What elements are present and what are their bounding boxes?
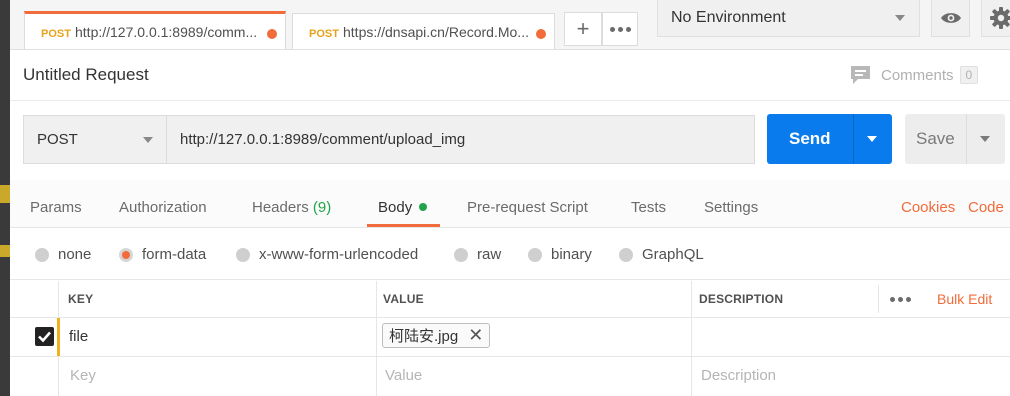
- radio-label: form-data: [142, 246, 207, 263]
- tab-method: POST: [41, 28, 71, 40]
- radio-raw[interactable]: raw: [454, 246, 501, 263]
- radio-form-data[interactable]: form-data: [119, 246, 206, 263]
- gear-icon: [990, 7, 1010, 29]
- radio-label: x-www-form-urlencoded: [259, 246, 419, 263]
- tab-authorization[interactable]: Authorization: [119, 199, 207, 216]
- file-name: 柯陆安.jpg: [389, 328, 459, 345]
- radio-icon: [35, 247, 49, 262]
- headers-count: (9): [312, 199, 332, 216]
- radio-label: none: [58, 246, 92, 263]
- tab-label: Authorization: [119, 199, 207, 216]
- radio-binary[interactable]: binary: [528, 246, 592, 263]
- key-cell[interactable]: file: [69, 328, 88, 345]
- request-tab-1[interactable]: POST http://127.0.0.1:8989/comm...: [24, 11, 286, 49]
- active-tab-underline: [367, 224, 440, 227]
- request-tab-2[interactable]: POST https://dnsapi.cn/Record.Mo...: [292, 13, 555, 49]
- close-icon[interactable]: ✕: [468, 325, 483, 346]
- radio-none[interactable]: none: [35, 246, 91, 263]
- active-dot-icon: [419, 203, 428, 212]
- column-header-value: VALUE: [383, 292, 424, 306]
- radio-icon: [454, 247, 468, 262]
- radio-selected-icon: [119, 247, 133, 262]
- column-divider: [878, 285, 879, 313]
- table-row: [10, 318, 1010, 357]
- edge-marker: [0, 245, 10, 257]
- left-window-edge: [0, 0, 10, 396]
- row-enabled-checkbox[interactable]: [35, 327, 54, 346]
- chevron-down-icon: [895, 15, 905, 21]
- new-tab-button[interactable]: +: [564, 12, 602, 46]
- more-icon: [609, 26, 631, 32]
- tab-params[interactable]: Params: [30, 199, 82, 216]
- comments-label: Comments: [881, 66, 954, 84]
- tab-url: http://127.0.0.1:8989/comm...: [75, 24, 258, 40]
- divider: [966, 114, 967, 164]
- row-focus-marker: [57, 318, 60, 356]
- description-placeholder[interactable]: Description: [701, 367, 776, 384]
- comment-icon: [851, 66, 870, 84]
- edge-marker: [0, 185, 10, 203]
- tab-settings[interactable]: Settings: [704, 199, 758, 216]
- url-input[interactable]: http://127.0.0.1:8989/comment/upload_img: [167, 115, 755, 164]
- method-select[interactable]: POST: [23, 115, 167, 164]
- tab-headers[interactable]: Headers (9): [252, 199, 331, 216]
- tab-method: POST: [309, 28, 339, 40]
- send-label: Send: [789, 129, 831, 148]
- environment-settings-button[interactable]: [981, 0, 1010, 37]
- radio-label: GraphQL: [642, 246, 704, 263]
- method-selected: POST: [37, 131, 78, 148]
- eye-icon: [941, 13, 961, 23]
- radio-icon: [619, 247, 633, 262]
- environment-select[interactable]: No Environment: [657, 0, 920, 37]
- environment-selected: No Environment: [671, 9, 786, 26]
- tab-options-button[interactable]: [602, 12, 638, 46]
- save-label: Save: [916, 129, 955, 148]
- tab-body[interactable]: Body: [378, 199, 428, 216]
- plus-icon: +: [576, 16, 590, 41]
- radio-icon: [236, 247, 250, 262]
- key-placeholder[interactable]: Key: [70, 367, 96, 384]
- radio-label: binary: [551, 246, 592, 263]
- divider: [853, 114, 854, 164]
- tab-pre-request-script[interactable]: Pre-request Script: [467, 199, 588, 216]
- unsaved-dot-icon: [536, 29, 546, 39]
- tab-label: Tests: [631, 199, 667, 216]
- column-header-key: KEY: [68, 292, 94, 306]
- tab-label: Settings: [704, 199, 759, 216]
- chevron-down-icon[interactable]: [867, 136, 877, 142]
- tab-label: Pre-request Script: [467, 199, 588, 216]
- more-icon: [890, 297, 911, 302]
- save-button[interactable]: Save: [905, 114, 1005, 164]
- bulk-edit-link[interactable]: Bulk Edit: [937, 291, 992, 307]
- radio-x-www-form-urlencoded[interactable]: x-www-form-urlencoded: [236, 246, 418, 263]
- tab-url: https://dnsapi.cn/Record.Mo...: [343, 24, 529, 40]
- request-title[interactable]: Untitled Request: [23, 65, 149, 85]
- code-link[interactable]: Code: [968, 199, 1004, 216]
- comments-button[interactable]: Comments 0: [850, 64, 979, 86]
- table-options-button[interactable]: [890, 297, 911, 302]
- chevron-down-icon: [143, 137, 153, 143]
- column-header-description: DESCRIPTION: [699, 292, 784, 306]
- value-placeholder[interactable]: Value: [385, 367, 422, 384]
- unsaved-dot-icon: [267, 29, 277, 39]
- table-header: [10, 281, 1010, 318]
- checkmark-icon: [38, 331, 51, 343]
- tab-label: Params: [30, 199, 82, 216]
- tab-label: Body: [378, 199, 413, 216]
- radio-label: raw: [477, 246, 502, 263]
- file-chip[interactable]: 柯陆安.jpg ✕: [382, 323, 491, 348]
- tab-label: Headers: [252, 199, 309, 216]
- radio-graphql[interactable]: GraphQL: [619, 246, 704, 263]
- comments-count-badge: 0: [959, 66, 979, 84]
- divider: [10, 100, 1010, 101]
- environment-quick-look-button[interactable]: [931, 0, 970, 37]
- radio-icon: [528, 247, 542, 262]
- chevron-down-icon[interactable]: [980, 136, 990, 142]
- cookies-link[interactable]: Cookies: [901, 199, 955, 216]
- send-button[interactable]: Send: [767, 114, 892, 164]
- tab-tests[interactable]: Tests: [631, 199, 666, 216]
